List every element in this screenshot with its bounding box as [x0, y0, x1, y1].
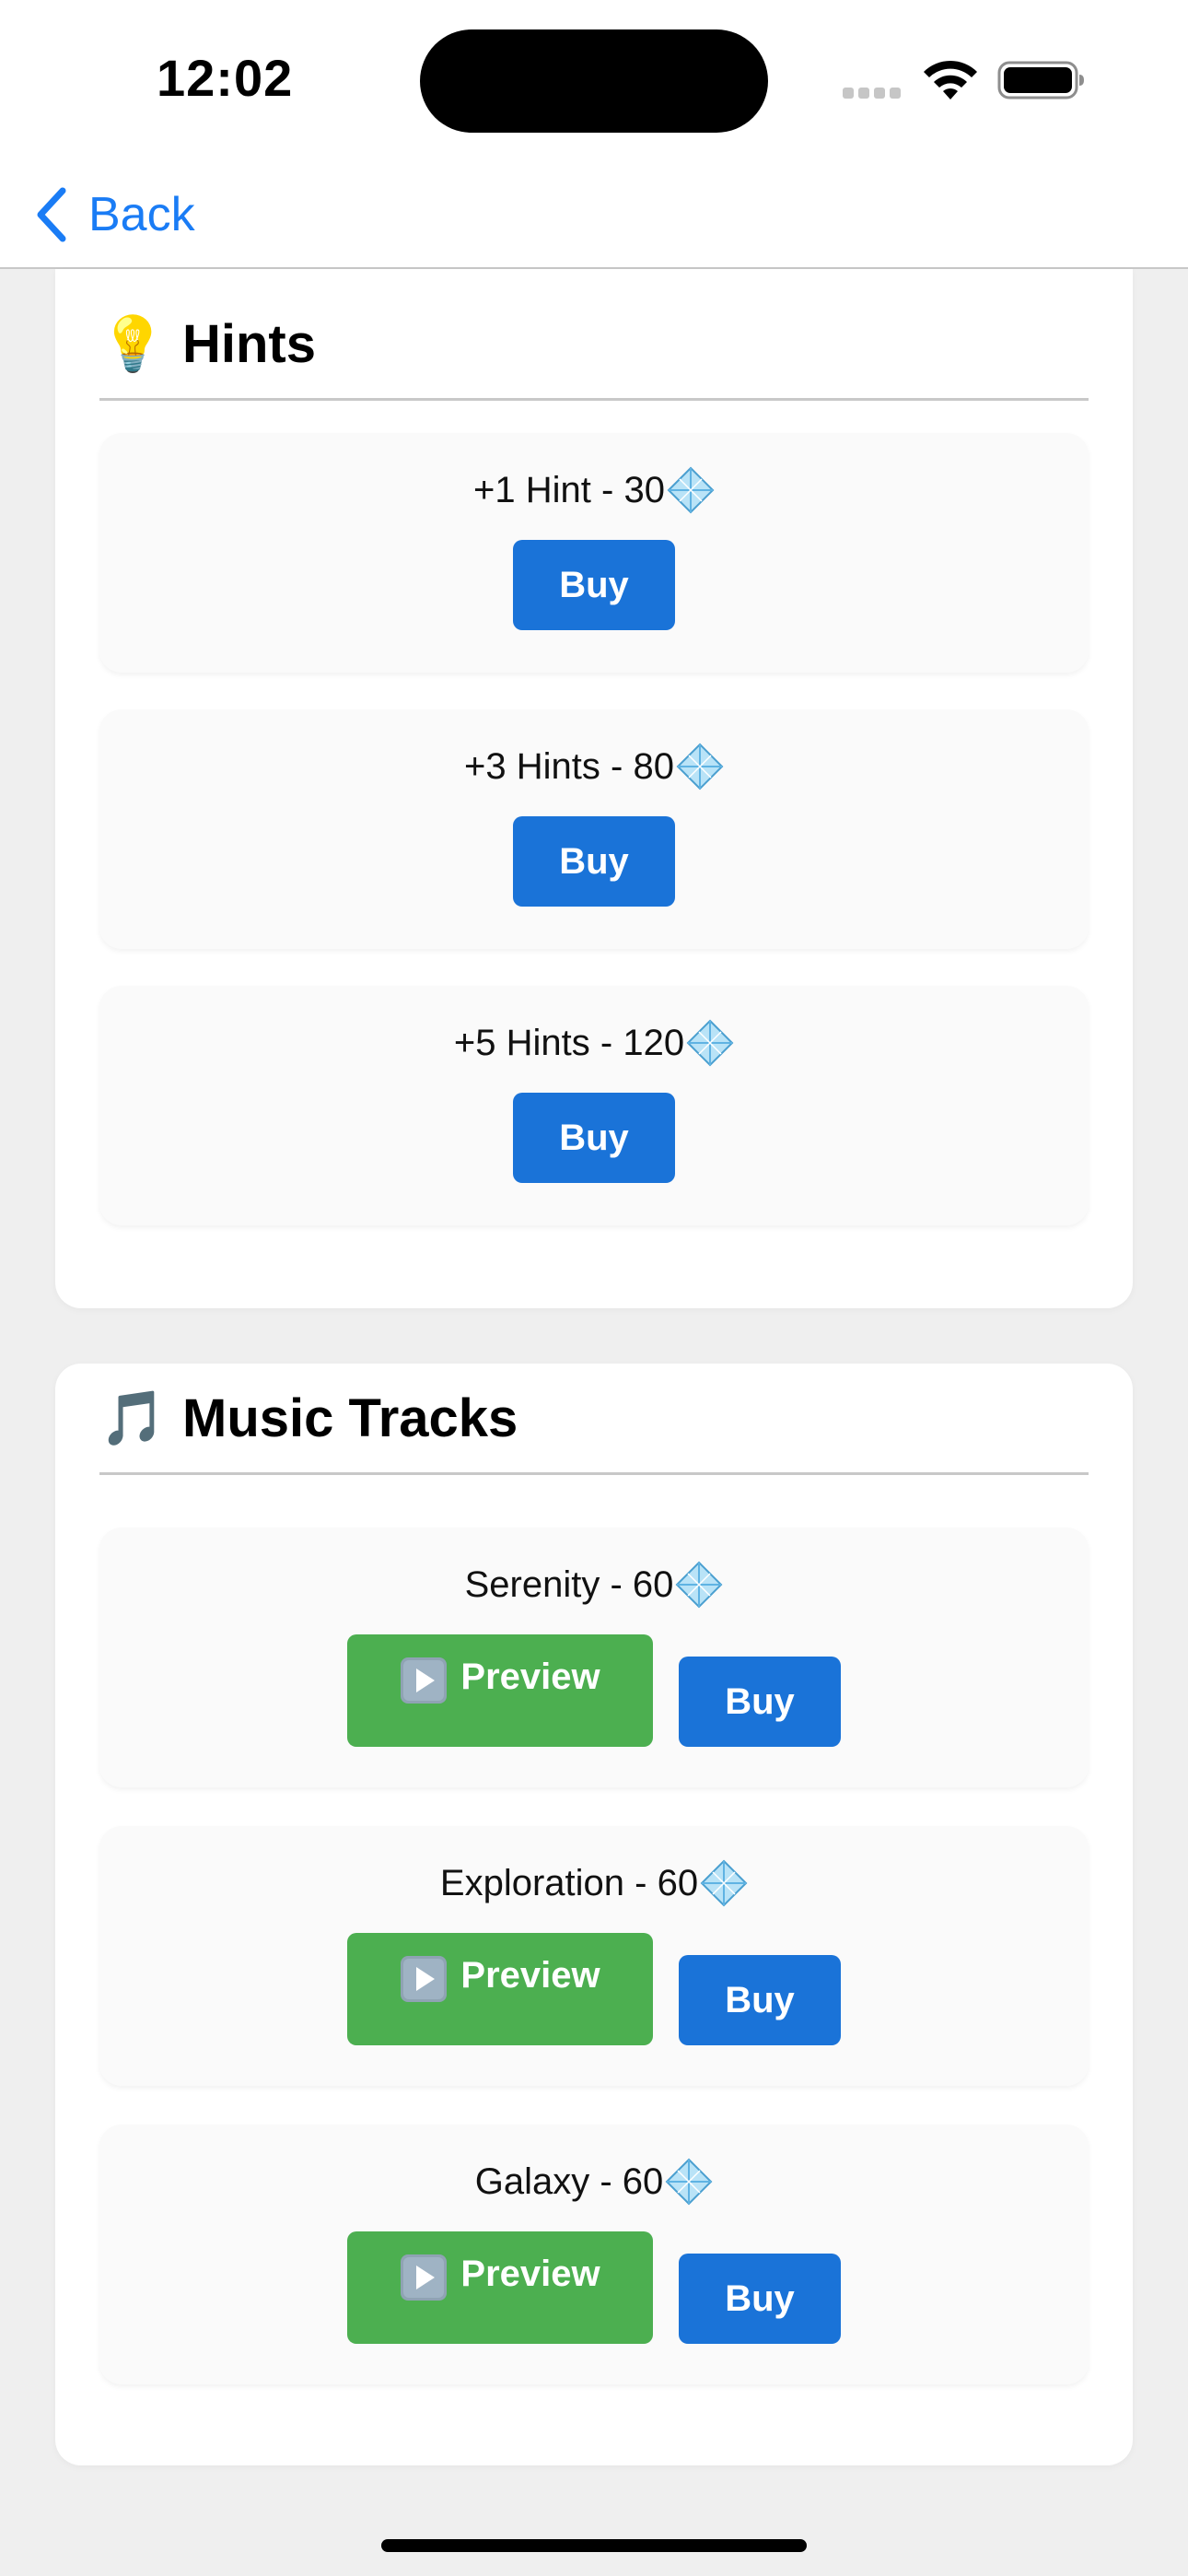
battery-icon: [997, 61, 1084, 100]
preview-label: Preview: [460, 2254, 600, 2294]
buy-button[interactable]: Buy: [679, 1955, 841, 2045]
preview-button[interactable]: Preview: [347, 1634, 653, 1747]
play-icon: [401, 1657, 448, 1704]
dynamic-island: [420, 29, 768, 133]
buy-button[interactable]: Buy: [679, 1657, 841, 1747]
item-label: Exploration - 60: [439, 1862, 699, 1903]
gem-icon: [665, 2158, 713, 2206]
preview-button[interactable]: Preview: [347, 2231, 653, 2344]
gem-icon: [675, 1561, 723, 1609]
preview-button[interactable]: Preview: [347, 1933, 653, 2045]
hint-item: +3 Hints - 80 Buy: [99, 709, 1089, 949]
gem-icon: [676, 743, 724, 790]
item-title: +1 Hint - 30: [99, 466, 1089, 514]
music-track-item: Exploration - 60 Preview Buy: [99, 1826, 1089, 2086]
buy-button[interactable]: Buy: [513, 1093, 675, 1183]
item-label: Galaxy - 60: [474, 2160, 664, 2202]
lightbulb-icon: 💡: [99, 311, 167, 375]
buy-button[interactable]: Buy: [513, 816, 675, 907]
play-icon: [401, 2254, 448, 2301]
back-label: Back: [88, 188, 195, 241]
music-section-header: 🎵 Music Tracks: [99, 1364, 1089, 1475]
gem-icon: [686, 1019, 734, 1067]
chevron-left-icon: [37, 187, 66, 242]
item-title: +3 Hints - 80: [99, 743, 1089, 790]
hint-item: +1 Hint - 30 Buy: [99, 433, 1089, 673]
music-track-item: Serenity - 60 Preview Buy: [99, 1528, 1089, 1787]
buy-button[interactable]: Buy: [679, 2254, 841, 2344]
navigation-bar: Back: [0, 161, 1188, 269]
item-label: +1 Hint - 30: [473, 469, 665, 510]
item-label: +3 Hints - 80: [464, 745, 674, 787]
music-tracks-section: 🎵 Music Tracks Serenity - 60 Preview Buy…: [55, 1364, 1133, 2465]
gem-icon: [700, 1859, 748, 1907]
wifi-icon: [924, 60, 977, 100]
item-label: +5 Hints - 120: [453, 1022, 685, 1063]
preview-label: Preview: [460, 1657, 600, 1697]
home-indicator[interactable]: [381, 2539, 807, 2552]
play-icon: [401, 1956, 448, 2002]
item-title: +5 Hints - 120: [99, 1019, 1089, 1067]
item-title: Galaxy - 60: [99, 2158, 1089, 2206]
section-title: Music Tracks: [182, 1388, 518, 1448]
hints-section-header: 💡 Hints: [99, 289, 1089, 401]
music-track-item: Galaxy - 60 Preview Buy: [99, 2125, 1089, 2384]
item-title: Exploration - 60: [99, 1859, 1089, 1907]
item-title: Serenity - 60: [99, 1561, 1089, 1609]
hints-section: 💡 Hints +1 Hint - 30 Buy +3 Hints - 80 B…: [55, 269, 1133, 1308]
buy-button[interactable]: Buy: [513, 540, 675, 630]
status-bar: 12:02: [0, 0, 1188, 161]
hint-item: +5 Hints - 120 Buy: [99, 986, 1089, 1225]
section-title: Hints: [182, 313, 316, 374]
music-note-icon: 🎵: [99, 1386, 167, 1449]
item-label: Serenity - 60: [464, 1563, 674, 1605]
status-time: 12:02: [157, 49, 294, 107]
gem-icon: [667, 466, 715, 514]
preview-label: Preview: [460, 1955, 600, 1996]
back-button[interactable]: Back: [33, 178, 195, 252]
cellular-signal-icon: [843, 87, 907, 99]
